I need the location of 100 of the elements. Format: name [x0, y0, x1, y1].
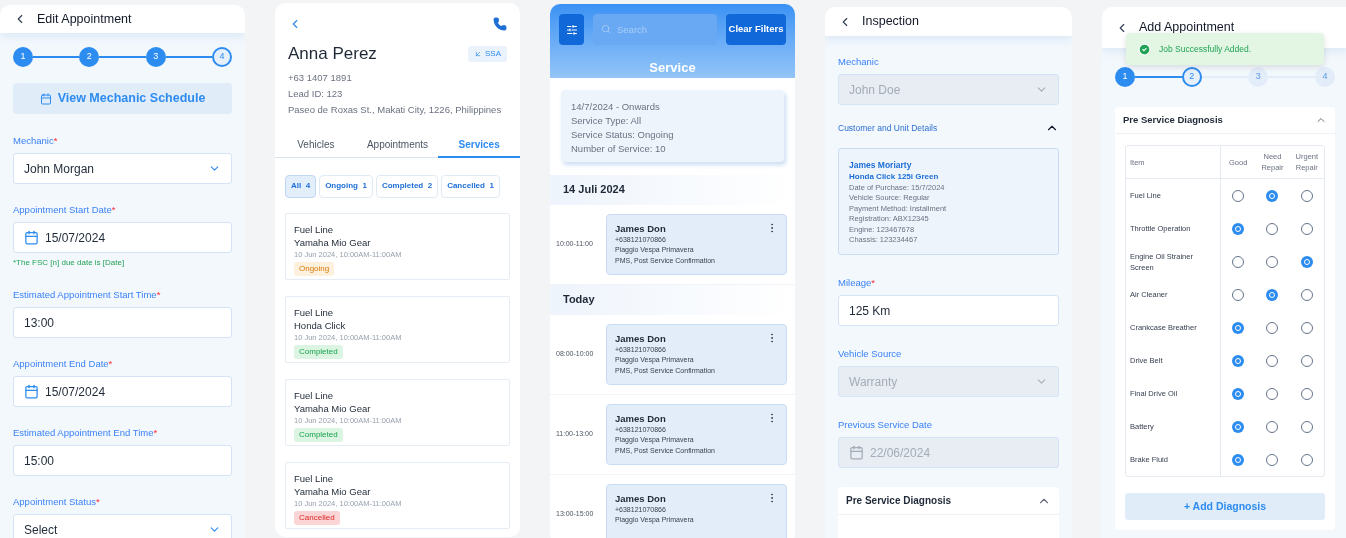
phone-number: +63 1407 1891 [288, 70, 353, 84]
radio-button[interactable] [1300, 420, 1313, 433]
radio-button[interactable] [1266, 354, 1279, 367]
radio-button[interactable] [1300, 321, 1313, 334]
field-label: Estimated Appointment End Time [13, 427, 154, 439]
screen-title: Add Appointment [1139, 19, 1235, 37]
summary-line: Service Type: All [571, 113, 643, 128]
radio-button[interactable] [1232, 321, 1245, 334]
customer-name: James Don [615, 491, 667, 505]
service-title: Fuel Line [294, 222, 334, 236]
customer-name: Anna Perez [288, 43, 377, 65]
filter-button[interactable] [559, 14, 584, 45]
screen-title: Edit Appointment [37, 10, 132, 28]
customer-name: James Don [615, 411, 667, 425]
radio-button[interactable] [1232, 189, 1245, 202]
radio-button[interactable] [1232, 453, 1245, 466]
customer-name: James Moriarty [849, 159, 913, 172]
calendar-icon [39, 92, 52, 105]
unit-name: Honda Click 125i Green [849, 172, 940, 183]
radio-button[interactable] [1266, 222, 1279, 235]
radio-button[interactable] [1266, 387, 1279, 400]
address: Paseo de Roxas St., Makati City, 1226, Philippines [288, 102, 503, 116]
radio-button[interactable] [1300, 453, 1313, 466]
calendar-icon [849, 445, 864, 460]
radio-button[interactable] [1300, 222, 1313, 235]
status-badge: Completed [294, 427, 343, 442]
text-field[interactable]: 125 Km [838, 295, 1059, 326]
section-heading: Customer and Unit Details [838, 121, 938, 135]
status-badge: Completed [294, 344, 343, 359]
status-badge: Cancelled [294, 510, 340, 525]
toast-message: Job Successfully Added. [1159, 42, 1252, 56]
filter-chip[interactable]: Ongoing 1 [319, 174, 373, 198]
vehicle-name: Yamaha Mio Gear [294, 401, 371, 416]
text-field[interactable]: 15:00 [13, 445, 232, 476]
required-mark: * [153, 427, 158, 439]
field-label: Previous Service Date [838, 419, 932, 431]
vehicle-name: Yamaha Mio Gear [294, 235, 371, 250]
sliders-icon [565, 23, 578, 36]
required-mark: * [95, 496, 100, 508]
radio-button[interactable] [1232, 354, 1245, 367]
calendar-icon [24, 384, 39, 399]
screen-title: Service [648, 59, 697, 77]
calendar-icon [24, 230, 39, 245]
lead-id: Lead ID: 123 [288, 86, 344, 100]
radio-button[interactable] [1266, 321, 1279, 334]
summary-line: 14/7/2024 - Onwards [571, 99, 661, 114]
radio-button[interactable] [1232, 255, 1245, 268]
field-label: Vehicle Source [838, 348, 902, 360]
radio-button[interactable] [1266, 453, 1279, 466]
ssa-badge: SSA [468, 45, 507, 62]
tab[interactable]: Vehicles [275, 133, 357, 158]
field-note: *The FSC [n] due date is [Date] [13, 257, 126, 269]
field-label: Appointment Start Date [13, 204, 112, 216]
service-title: Fuel Line [294, 305, 334, 319]
clear-filters-button[interactable]: Clear Filters [726, 14, 786, 45]
check-icon [1138, 42, 1151, 56]
summary-line: Number of Service: 10 [571, 141, 667, 156]
radio-button[interactable] [1232, 222, 1245, 235]
required-mark: * [871, 277, 875, 289]
radio-button[interactable] [1232, 420, 1245, 433]
date-field[interactable]: 15/07/2024 [13, 222, 232, 253]
service-title: Fuel Line [294, 388, 334, 402]
filter-chip[interactable]: Completed 2 [375, 174, 439, 198]
select-field[interactable]: John Morgan [13, 153, 232, 184]
radio-button[interactable] [1300, 255, 1313, 268]
search-field[interactable]: Search [593, 14, 717, 45]
radio-button[interactable] [1232, 288, 1245, 301]
radio-button[interactable] [1266, 420, 1279, 433]
radio-button[interactable] [1266, 255, 1279, 268]
required-mark: * [111, 204, 116, 216]
phone-icon[interactable] [493, 17, 507, 31]
radio-button[interactable] [1300, 189, 1313, 202]
radio-button[interactable] [1266, 288, 1279, 301]
text-field[interactable]: 13:00 [13, 307, 232, 338]
field-label: Mechanic [13, 135, 54, 147]
filter-chip[interactable]: All 4 [285, 174, 317, 198]
radio-button[interactable] [1300, 354, 1313, 367]
field-label: Mechanic [838, 56, 879, 68]
search-icon [601, 24, 611, 34]
filter-chip[interactable]: Cancelled 1 [441, 174, 500, 198]
radio-button[interactable] [1300, 288, 1313, 301]
radio-button[interactable] [1232, 387, 1245, 400]
section-title: Pre Service Diagnosis [846, 494, 952, 508]
field-label: Appointment End Date [13, 358, 109, 370]
tab[interactable]: Appointments [356, 133, 439, 158]
required-mark: * [108, 358, 113, 370]
radio-button[interactable] [1266, 189, 1279, 202]
radio-button[interactable] [1300, 387, 1313, 400]
tab[interactable]: Services [438, 133, 520, 158]
select-field[interactable]: Select [13, 514, 232, 538]
field-label: Estimated Appointment Start Time [13, 289, 157, 301]
service-title: Fuel Line [294, 471, 334, 485]
customer-name: James Don [615, 331, 667, 345]
section-title: Pre Service Diagnosis [1123, 112, 1223, 127]
required-mark: * [53, 135, 58, 147]
required-mark: * [156, 289, 161, 301]
arrow-icon [474, 49, 482, 58]
summary-line: Service Status: Ongoing [571, 127, 675, 142]
customer-name: James Don [615, 221, 667, 235]
date-field[interactable]: 15/07/2024 [13, 376, 232, 407]
